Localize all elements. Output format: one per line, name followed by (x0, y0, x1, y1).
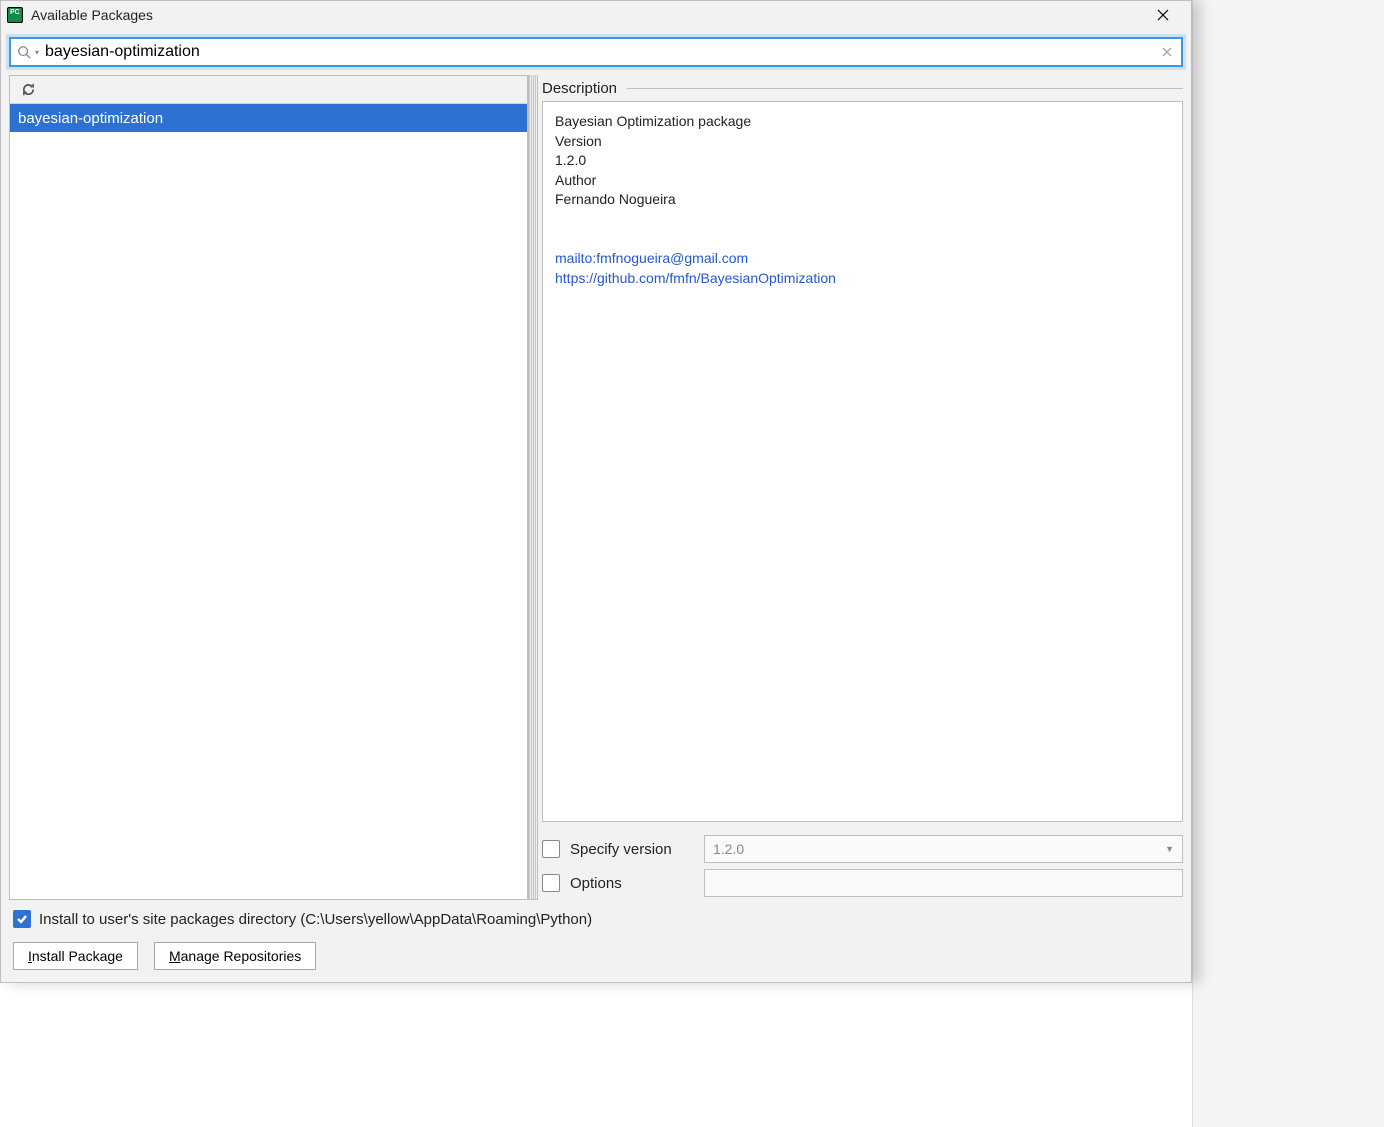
manage-repositories-button[interactable]: Manage Repositories (154, 942, 316, 970)
close-button[interactable] (1143, 2, 1183, 28)
description-pane: Description Bayesian Optimization packag… (538, 75, 1183, 900)
separator (627, 88, 1183, 89)
version-combobox[interactable]: 1.2.0 ▼ (704, 835, 1183, 863)
version-value: 1.2.0 (555, 151, 1170, 171)
search-options-caret-icon[interactable]: ▾ (35, 48, 39, 57)
window-title: Available Packages (31, 7, 153, 23)
package-list-pane: bayesian-optimization (9, 75, 528, 900)
package-list-toolbar (10, 76, 527, 104)
splitter[interactable] (528, 75, 538, 900)
homepage-link[interactable]: https://github.com/fmfn/BayesianOptimiza… (555, 270, 836, 286)
close-icon (1157, 9, 1169, 21)
options-checkbox[interactable] (542, 874, 560, 892)
package-list-item[interactable]: bayesian-optimization (10, 104, 527, 132)
pycharm-icon (7, 7, 23, 23)
check-icon (16, 913, 28, 925)
search-input[interactable] (45, 43, 1159, 61)
clear-search-button[interactable] (1159, 44, 1175, 60)
version-combobox-value: 1.2.0 (713, 841, 744, 857)
version-label: Version (555, 132, 1170, 152)
x-icon (1162, 47, 1172, 57)
author-value: Fernando Nogueira (555, 190, 1170, 210)
background-ide-edge (1192, 0, 1384, 1127)
description-summary: Bayesian Optimization package (555, 112, 1170, 132)
package-list[interactable]: bayesian-optimization (10, 104, 527, 899)
refresh-button[interactable] (16, 78, 40, 102)
options-label: Options (570, 875, 694, 892)
search-field-container: ▾ (9, 37, 1183, 67)
specify-version-label: Specify version (570, 841, 694, 858)
author-label: Author (555, 171, 1170, 191)
install-package-button[interactable]: Install Package (13, 942, 138, 970)
chevron-down-icon: ▼ (1165, 844, 1174, 854)
search-icon (17, 45, 31, 59)
install-user-site-label: Install to user's site packages director… (39, 911, 592, 928)
install-user-site-checkbox[interactable] (13, 910, 31, 928)
titlebar: Available Packages (1, 1, 1191, 29)
specify-version-checkbox[interactable] (542, 840, 560, 858)
description-heading: Description (542, 80, 617, 97)
refresh-icon (21, 82, 36, 97)
description-box: Bayesian Optimization package Version 1.… (542, 101, 1183, 822)
options-input[interactable] (704, 869, 1183, 897)
available-packages-dialog: Available Packages ▾ (0, 0, 1192, 983)
package-name: bayesian-optimization (18, 110, 163, 127)
author-email-link[interactable]: mailto:fmfnogueira@gmail.com (555, 250, 748, 266)
